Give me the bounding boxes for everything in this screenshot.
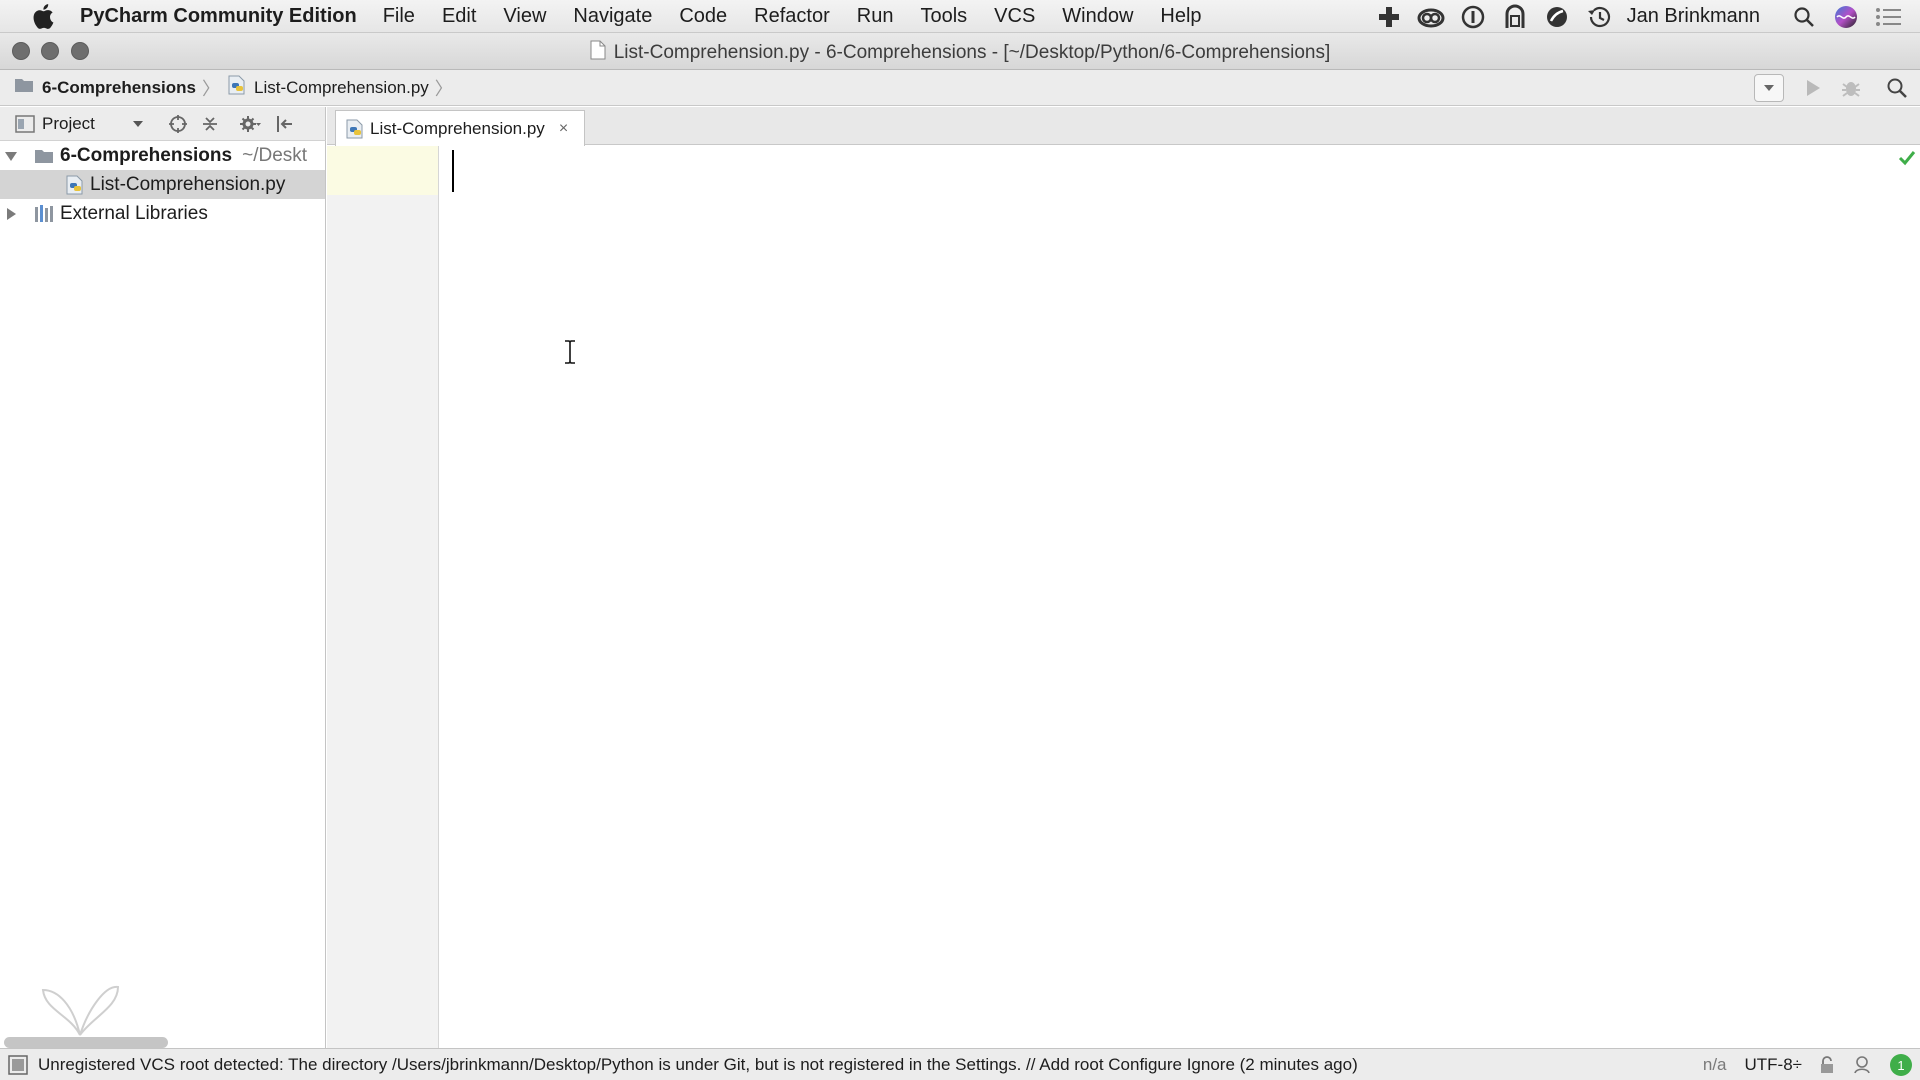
search-everywhere-icon[interactable]: [1882, 74, 1912, 102]
breadcrumb-file-label: List-Comprehension.py: [253, 77, 429, 97]
creative-cloud-icon[interactable]: [1417, 3, 1445, 31]
menu-run[interactable]: Run: [857, 5, 894, 28]
editor-tab-label: List-Comprehension.py: [370, 118, 545, 138]
project-view-icon: [12, 111, 38, 137]
chevron-down-icon[interactable]: [4, 149, 18, 163]
caret-position[interactable]: n/a: [1703, 1055, 1727, 1075]
inspection-ok-check-icon[interactable]: [1898, 150, 1916, 166]
project-tree: 6-Comprehensions ~/Deskt List-Comprehens…: [0, 141, 326, 1048]
menu-edit[interactable]: Edit: [442, 5, 476, 28]
python-file-icon: [66, 175, 84, 195]
macos-menubar: PyCharm Community Edition File Edit View…: [0, 0, 1920, 33]
close-icon[interactable]: ×: [559, 120, 568, 138]
editor-tab-bar: List-Comprehension.py ×: [327, 107, 1920, 146]
breadcrumb-project-label: 6-Comprehensions: [42, 77, 196, 97]
notification-list-icon[interactable]: [1874, 3, 1902, 31]
time-machine-icon[interactable]: [1585, 3, 1613, 31]
code-editor[interactable]: [440, 146, 1920, 1048]
bartender-icon[interactable]: [1543, 3, 1571, 31]
navigation-bar: 6-Comprehensions 〉 List-Comprehension.py…: [0, 70, 1920, 106]
1password-icon[interactable]: [1459, 3, 1487, 31]
menu-view[interactable]: View: [503, 5, 546, 28]
tree-item-external-libraries[interactable]: External Libraries: [0, 199, 325, 228]
current-line-highlight: [327, 146, 438, 195]
run-configuration-dropdown[interactable]: [1754, 74, 1784, 102]
folder-icon: [14, 77, 34, 98]
hide-panel-icon[interactable]: [273, 111, 299, 137]
text-caret: [452, 150, 454, 192]
tree-item-path-hint: ~/Deskt: [242, 144, 308, 166]
menu-navigate[interactable]: Navigate: [573, 5, 652, 28]
python-file-icon: [346, 119, 364, 139]
tree-item-label: List-Comprehension.py: [90, 173, 286, 195]
menu-window[interactable]: Window: [1062, 5, 1133, 28]
breadcrumb-file[interactable]: List-Comprehension.py: [228, 75, 429, 100]
event-log-badge[interactable]: 1: [1890, 1054, 1912, 1076]
file-encoding[interactable]: UTF-8÷: [1745, 1055, 1803, 1075]
breadcrumb-project[interactable]: 6-Comprehensions: [14, 77, 196, 98]
editor-tab-list-comprehension[interactable]: List-Comprehension.py ×: [335, 110, 585, 146]
folder-icon: [34, 148, 54, 164]
user-name[interactable]: Jan Brinkmann: [1627, 5, 1760, 28]
status-message[interactable]: Unregistered VCS root detected: The dire…: [38, 1055, 1358, 1075]
menu-code[interactable]: Code: [679, 5, 727, 28]
run-icon[interactable]: [1798, 74, 1828, 102]
python-file-icon: [228, 75, 246, 100]
editor-gutter[interactable]: [327, 146, 439, 1048]
inspector-hector-icon[interactable]: [1852, 1055, 1872, 1075]
document-icon: [590, 40, 606, 66]
menu-help[interactable]: Help: [1160, 5, 1201, 28]
lock-icon[interactable]: [1820, 1056, 1834, 1074]
debug-icon[interactable]: [1836, 74, 1866, 102]
tree-item-label: 6-Comprehensions: [60, 144, 233, 166]
menu-vcs[interactable]: VCS: [994, 5, 1035, 28]
tree-item-project-root[interactable]: 6-Comprehensions ~/Deskt: [0, 141, 325, 170]
tool-window-toggle-icon[interactable]: [8, 1054, 28, 1075]
butterfly-watermark-icon: [41, 985, 120, 1036]
app-name-menu[interactable]: PyCharm Community Edition: [80, 5, 357, 28]
tree-item-python-file[interactable]: List-Comprehension.py: [0, 170, 325, 199]
window-titlebar: List-Comprehension.py - 6-Comprehensions…: [0, 33, 1920, 70]
scroll-from-source-icon[interactable]: [165, 111, 191, 137]
collapse-all-icon[interactable]: [197, 111, 223, 137]
library-icon: [34, 204, 54, 223]
view-dropdown-icon[interactable]: [125, 111, 151, 137]
status-bar: Unregistered VCS root detected: The dire…: [0, 1048, 1920, 1080]
alfred-icon[interactable]: [1501, 3, 1529, 31]
siri-icon[interactable]: [1832, 3, 1860, 31]
tree-item-label: External Libraries: [60, 202, 208, 224]
window-title-text: List-Comprehension.py - 6-Comprehensions…: [613, 42, 1331, 63]
plus-icon[interactable]: [1375, 3, 1403, 31]
ibeam-cursor-icon: [565, 340, 575, 364]
gear-icon[interactable]: [237, 111, 263, 137]
spotlight-search-icon[interactable]: [1790, 3, 1818, 31]
chevron-right-icon[interactable]: [4, 207, 18, 221]
menu-tools[interactable]: Tools: [920, 5, 967, 28]
project-toolbar: Project: [0, 107, 326, 141]
apple-logo-icon[interactable]: [28, 1, 58, 31]
breadcrumb-separator-icon: 〉: [201, 78, 220, 99]
project-view-label[interactable]: Project: [42, 114, 95, 134]
menu-refactor[interactable]: Refactor: [754, 5, 830, 28]
window-title: List-Comprehension.py - 6-Comprehensions…: [0, 40, 1920, 66]
menu-file[interactable]: File: [383, 5, 415, 28]
breadcrumb-separator-icon: 〉: [434, 78, 453, 99]
